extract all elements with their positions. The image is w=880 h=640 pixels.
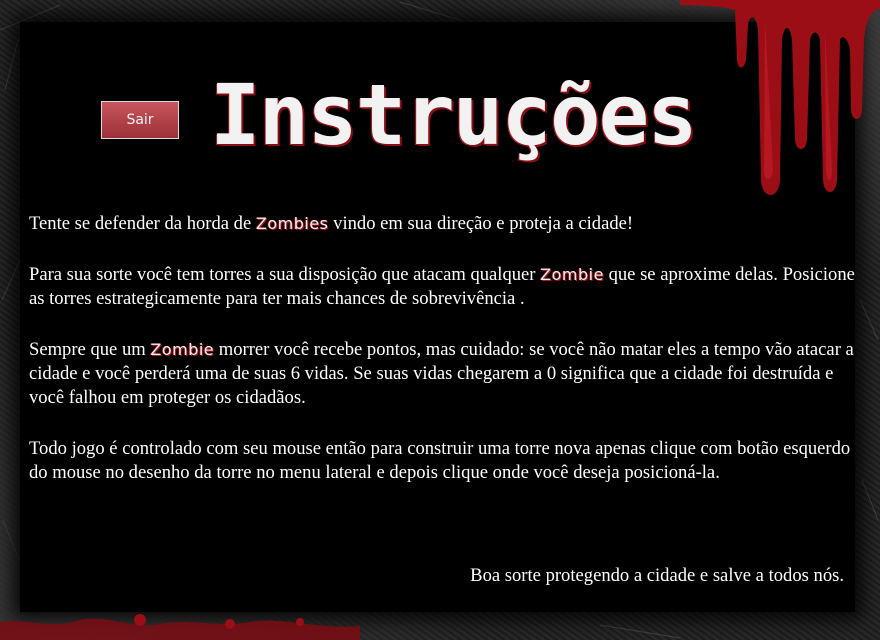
exit-button[interactable]: Sair (101, 101, 179, 139)
zombie-word: Zombie (540, 265, 604, 284)
paragraph-text: Para sua sorte você tem torres a sua dis… (29, 264, 541, 285)
paragraph-text: Tente se defender da horda de (29, 213, 256, 234)
paragraph-text: Todo jogo é controlado com seu mouse ent… (29, 438, 851, 483)
instruction-paragraph: Para sua sorte você tem torres a sua dis… (29, 263, 855, 311)
instruction-paragraph: Sempre que um Zombie morrer você recebe … (29, 338, 855, 410)
instructions-text: Tente se defender da horda de Zombies vi… (29, 212, 855, 512)
paragraph-text: Sempre que um (29, 339, 151, 360)
zombie-word: Zombies (255, 214, 329, 233)
paragraph-text: vindo em sua direção e proteja a cidade! (328, 213, 634, 234)
zombie-word: Zombie (150, 340, 215, 359)
instruction-paragraph: Todo jogo é controlado com seu mouse ent… (29, 437, 855, 485)
instruction-paragraph: Tente se defender da horda de Zombies vi… (29, 212, 855, 236)
page-title: Instruções (210, 66, 698, 164)
closing-message: Boa sorte protegendo a cidade e salve a … (470, 565, 844, 586)
